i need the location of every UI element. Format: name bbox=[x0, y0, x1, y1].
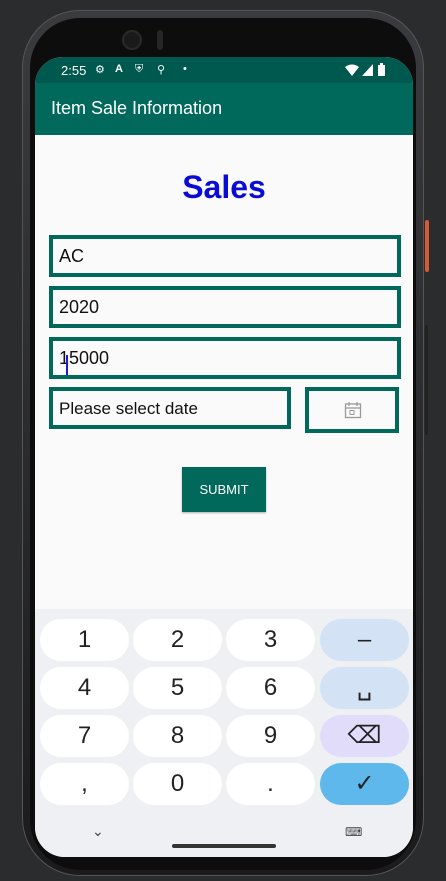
status-bar: 2:55 ⚙ A ⛨ ⚲ • bbox=[35, 57, 413, 83]
numeric-keyboard: 1 2 3 – 4 5 6 ␣ 7 8 9 ⌫ , 0 . ✓ ⌄ ⌨ bbox=[35, 609, 413, 857]
key-period[interactable]: . bbox=[226, 763, 315, 805]
year-field[interactable]: 2020 bbox=[49, 286, 401, 328]
power-button bbox=[425, 220, 429, 272]
front-camera bbox=[124, 32, 140, 48]
nav-icon: ⚲ bbox=[157, 64, 166, 76]
gesture-bar[interactable] bbox=[172, 844, 276, 848]
key-5[interactable]: 5 bbox=[133, 667, 222, 709]
key-3[interactable]: 3 bbox=[226, 619, 315, 661]
amount-field[interactable]: 15000 bbox=[49, 337, 401, 379]
key-9[interactable]: 9 bbox=[226, 715, 315, 757]
status-time: 2:55 bbox=[61, 63, 87, 78]
key-6[interactable]: 6 bbox=[226, 667, 315, 709]
calendar-icon bbox=[344, 402, 362, 419]
key-4[interactable]: 4 bbox=[40, 667, 129, 709]
backspace-key[interactable]: ⌫ bbox=[320, 715, 409, 757]
key-8[interactable]: 8 bbox=[133, 715, 222, 757]
app-bar: Item Sale Information bbox=[35, 83, 413, 135]
item-name-value: AC bbox=[59, 246, 85, 266]
wifi-icon bbox=[345, 64, 359, 76]
volume-button bbox=[425, 325, 428, 435]
key-2[interactable]: 2 bbox=[133, 619, 222, 661]
key-minus[interactable]: – bbox=[320, 619, 409, 661]
app-title: Item Sale Information bbox=[51, 98, 223, 118]
key-space[interactable]: ␣ bbox=[320, 667, 409, 709]
page-title: Sales bbox=[182, 169, 266, 205]
battery-icon bbox=[378, 63, 385, 76]
gear-icon: ⚙ bbox=[95, 64, 105, 76]
key-7[interactable]: 7 bbox=[40, 715, 129, 757]
hide-keyboard-icon[interactable]: ⌄ bbox=[92, 823, 104, 840]
date-placeholder: Please select date bbox=[59, 399, 198, 418]
submit-button[interactable]: SUBMIT bbox=[182, 467, 266, 512]
key-comma[interactable]: , bbox=[40, 763, 129, 805]
item-name-field[interactable]: AC bbox=[49, 235, 401, 277]
screen: 2:55 ⚙ A ⛨ ⚲ • Item Sale Information Sal… bbox=[35, 57, 413, 857]
dot-icon: • bbox=[183, 63, 187, 75]
a-icon: A bbox=[115, 63, 123, 75]
speaker-grille bbox=[157, 30, 163, 50]
text-cursor bbox=[66, 355, 68, 375]
signal-icon bbox=[362, 64, 373, 76]
year-value: 2020 bbox=[59, 297, 100, 317]
key-0[interactable]: 0 bbox=[133, 763, 222, 805]
date-picker-button[interactable] bbox=[305, 387, 399, 433]
form-content: Sales AC 2020 15000 Please select date S… bbox=[35, 135, 413, 609]
date-field[interactable]: Please select date bbox=[49, 387, 291, 429]
amount-value-wrap: 15000 bbox=[59, 348, 109, 375]
key-1[interactable]: 1 bbox=[40, 619, 129, 661]
shield-icon: ⛨ bbox=[135, 63, 144, 75]
done-key[interactable]: ✓ bbox=[320, 763, 409, 805]
keyboard-switch-icon[interactable]: ⌨ bbox=[345, 825, 362, 839]
